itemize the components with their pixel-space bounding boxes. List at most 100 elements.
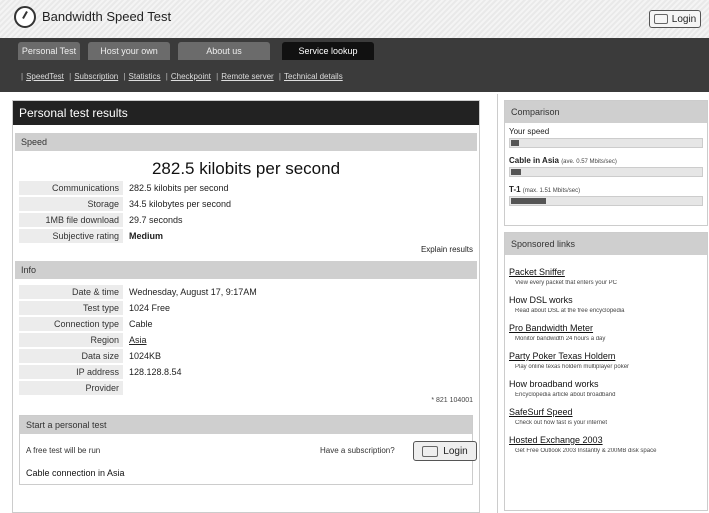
- sponsored-link-item[interactable]: How DSL works Read about DSL at the free…: [505, 295, 707, 317]
- comparison-bar: [509, 167, 703, 177]
- tab-personal-test[interactable]: Personal Test: [18, 42, 80, 60]
- info-row-key: IP address: [19, 365, 123, 379]
- speed-row: 1MB file download 29.7 seconds: [13, 213, 479, 229]
- start-login-button[interactable]: Login: [413, 441, 477, 461]
- start-login-label: Login: [443, 445, 468, 457]
- sponsored-link-item[interactable]: SafeSurf Speed Check out how fast is you…: [505, 407, 707, 429]
- subnav-link-remote-server[interactable]: Remote server: [221, 72, 273, 81]
- start-test-box: Start a personal test A free test will b…: [19, 415, 477, 485]
- speed-section-heading: Speed: [15, 133, 477, 151]
- info-row-key: Test type: [19, 301, 123, 315]
- tab-service-lookup[interactable]: Service lookup: [282, 42, 374, 60]
- sponsored-link-title[interactable]: How broadband works: [509, 379, 703, 390]
- info-section-heading: Info: [15, 261, 477, 279]
- comparison-label: T-1 (max. 1.51 Mbits/sec): [509, 185, 581, 194]
- info-row-key: Provider: [19, 381, 123, 395]
- sponsored-link-item[interactable]: How broadband works Encyclopedia article…: [505, 379, 707, 401]
- sponsored-link-desc: View every packet that enters your PC: [515, 280, 617, 286]
- comparison-bar-fill: [511, 140, 519, 146]
- comparison-bar: [509, 196, 703, 206]
- sponsored-link-desc: Read about DSL at the free encyclopedia: [515, 308, 625, 314]
- sponsored-link-item[interactable]: Packet Sniffer View every packet that en…: [505, 267, 707, 289]
- comparison-bar-fill: [511, 198, 546, 204]
- info-row: Date & time Wednesday, August 17, 9:17AM: [13, 285, 479, 301]
- connection-note: Cable connection in Asia: [26, 468, 125, 478]
- sponsored-link-title[interactable]: Party Poker Texas Holdem: [509, 351, 703, 362]
- info-footnote: * 821 104001: [431, 397, 473, 404]
- speed-row: Storage 34.5 kilobytes per second: [13, 197, 479, 213]
- info-row-value: 128.128.8.54: [129, 367, 182, 377]
- subnav-link-statistics[interactable]: Statistics: [129, 72, 161, 81]
- sponsored-link-desc: Check out how fast is your internet: [515, 420, 608, 426]
- tab-about-us[interactable]: About us: [178, 42, 270, 60]
- sponsored-link-title[interactable]: Hosted Exchange 2003: [509, 435, 703, 446]
- speed-row-key: 1MB file download: [19, 213, 123, 227]
- info-row: Region Asia: [13, 333, 479, 349]
- results-panel: Personal test results Speed 282.5 kilobi…: [12, 100, 480, 513]
- info-row: Provider: [13, 381, 479, 397]
- start-test-heading: Start a personal test: [20, 416, 472, 434]
- info-row-value: 1024KB: [129, 351, 162, 361]
- comparison-heading: Comparison: [505, 101, 707, 123]
- comparison-label: Your speed: [509, 127, 550, 136]
- subnav-link-speedtest[interactable]: SpeedTest: [26, 72, 64, 81]
- sponsored-link-title[interactable]: SafeSurf Speed: [509, 407, 703, 418]
- results-title: Personal test results: [13, 101, 479, 125]
- sponsored-link-desc: Get Free Outlook 2003 Instantly & 200MB …: [515, 448, 657, 454]
- sponsored-heading: Sponsored links: [505, 233, 707, 255]
- info-row-key: Region: [19, 333, 123, 347]
- app-title: Bandwidth Speed Test: [42, 9, 172, 24]
- speedometer-icon: [14, 6, 36, 28]
- sponsored-link-item[interactable]: Hosted Exchange 2003 Get Free Outlook 20…: [505, 435, 707, 457]
- main-tabs: Personal Test Host your own About us Ser…: [0, 38, 709, 60]
- info-row-key: Connection type: [19, 317, 123, 331]
- subnav-link-subscription[interactable]: Subscription: [74, 72, 118, 81]
- key-icon: [653, 14, 668, 24]
- app-header: Bandwidth Speed Test Login: [0, 0, 709, 38]
- sponsored-link-desc: Encyclopedia article about broadband: [515, 392, 616, 398]
- speed-row-value: 29.7 seconds: [129, 215, 183, 225]
- info-row: Data size 1024KB: [13, 349, 479, 365]
- sponsored-link-title[interactable]: Packet Sniffer: [509, 267, 703, 278]
- sponsored-link-item[interactable]: Party Poker Texas Holdem Play online tex…: [505, 351, 707, 373]
- comparison-box: Comparison Your speed Cable in Asia (ave…: [504, 100, 708, 226]
- info-row: Connection type Cable: [13, 317, 479, 333]
- sub-navigation: | SpeedTest | Subscription | Statistics | Ch…: [0, 60, 709, 92]
- comparison-bar-fill: [511, 169, 521, 175]
- key-icon: [422, 445, 439, 457]
- speed-row-value: 282.5 kilobits per second: [129, 183, 229, 193]
- speed-row-key: Storage: [19, 197, 123, 211]
- info-row-value: 1024 Free: [129, 303, 171, 313]
- subnav-link-technical-details[interactable]: Technical details: [284, 72, 343, 81]
- speed-row-value: 34.5 kilobytes per second: [129, 199, 232, 209]
- sponsored-link-item[interactable]: Pro Bandwidth Meter Monitor bandwidth 24…: [505, 323, 707, 345]
- speed-row-key: Communications: [19, 181, 123, 195]
- comparison-label: Cable in Asia (ave. 0.57 Mbits/sec): [509, 156, 617, 165]
- info-row-key: Data size: [19, 349, 123, 363]
- comparison-bar: [509, 138, 703, 148]
- start-test-text: A free test will be run: [26, 446, 101, 455]
- speed-row-value: Medium: [129, 231, 164, 241]
- sponsored-link-title[interactable]: How DSL works: [509, 295, 703, 306]
- subnav-link-checkpoint[interactable]: Checkpoint: [171, 72, 211, 81]
- sponsored-link-desc: Monitor bandwidth 24 hours a day: [515, 336, 606, 342]
- sponsored-link-title[interactable]: Pro Bandwidth Meter: [509, 323, 703, 334]
- speed-value: 282.5 kilobits per second: [151, 159, 341, 178]
- speed-row: Communications 282.5 kilobits per second: [13, 181, 479, 197]
- info-row-key: Date & time: [19, 285, 123, 299]
- sponsored-link-desc: Play online texas holdem multiplayer pok…: [515, 364, 630, 370]
- have-subscription-text: Have a subscription?: [320, 446, 395, 455]
- tab-host-your-own[interactable]: Host your own: [88, 42, 170, 60]
- region-link[interactable]: Asia: [129, 333, 147, 347]
- info-row-value: Wednesday, August 17, 9:17AM: [129, 287, 257, 297]
- header-login-button[interactable]: Login: [649, 10, 701, 28]
- info-row: Test type 1024 Free: [13, 301, 479, 317]
- header-login-label: Login: [671, 13, 697, 25]
- speed-row-key: Subjective rating: [19, 229, 123, 243]
- speed-row: Subjective rating Medium: [13, 229, 479, 245]
- info-row-value: Cable: [129, 319, 153, 329]
- explain-results-link[interactable]: Explain results: [13, 245, 479, 257]
- sponsored-box: Sponsored links Packet Sniffer View ever…: [504, 232, 708, 511]
- info-row: IP address 128.128.8.54: [13, 365, 479, 381]
- right-sidebar: Comparison Your speed Cable in Asia (ave…: [497, 94, 709, 513]
